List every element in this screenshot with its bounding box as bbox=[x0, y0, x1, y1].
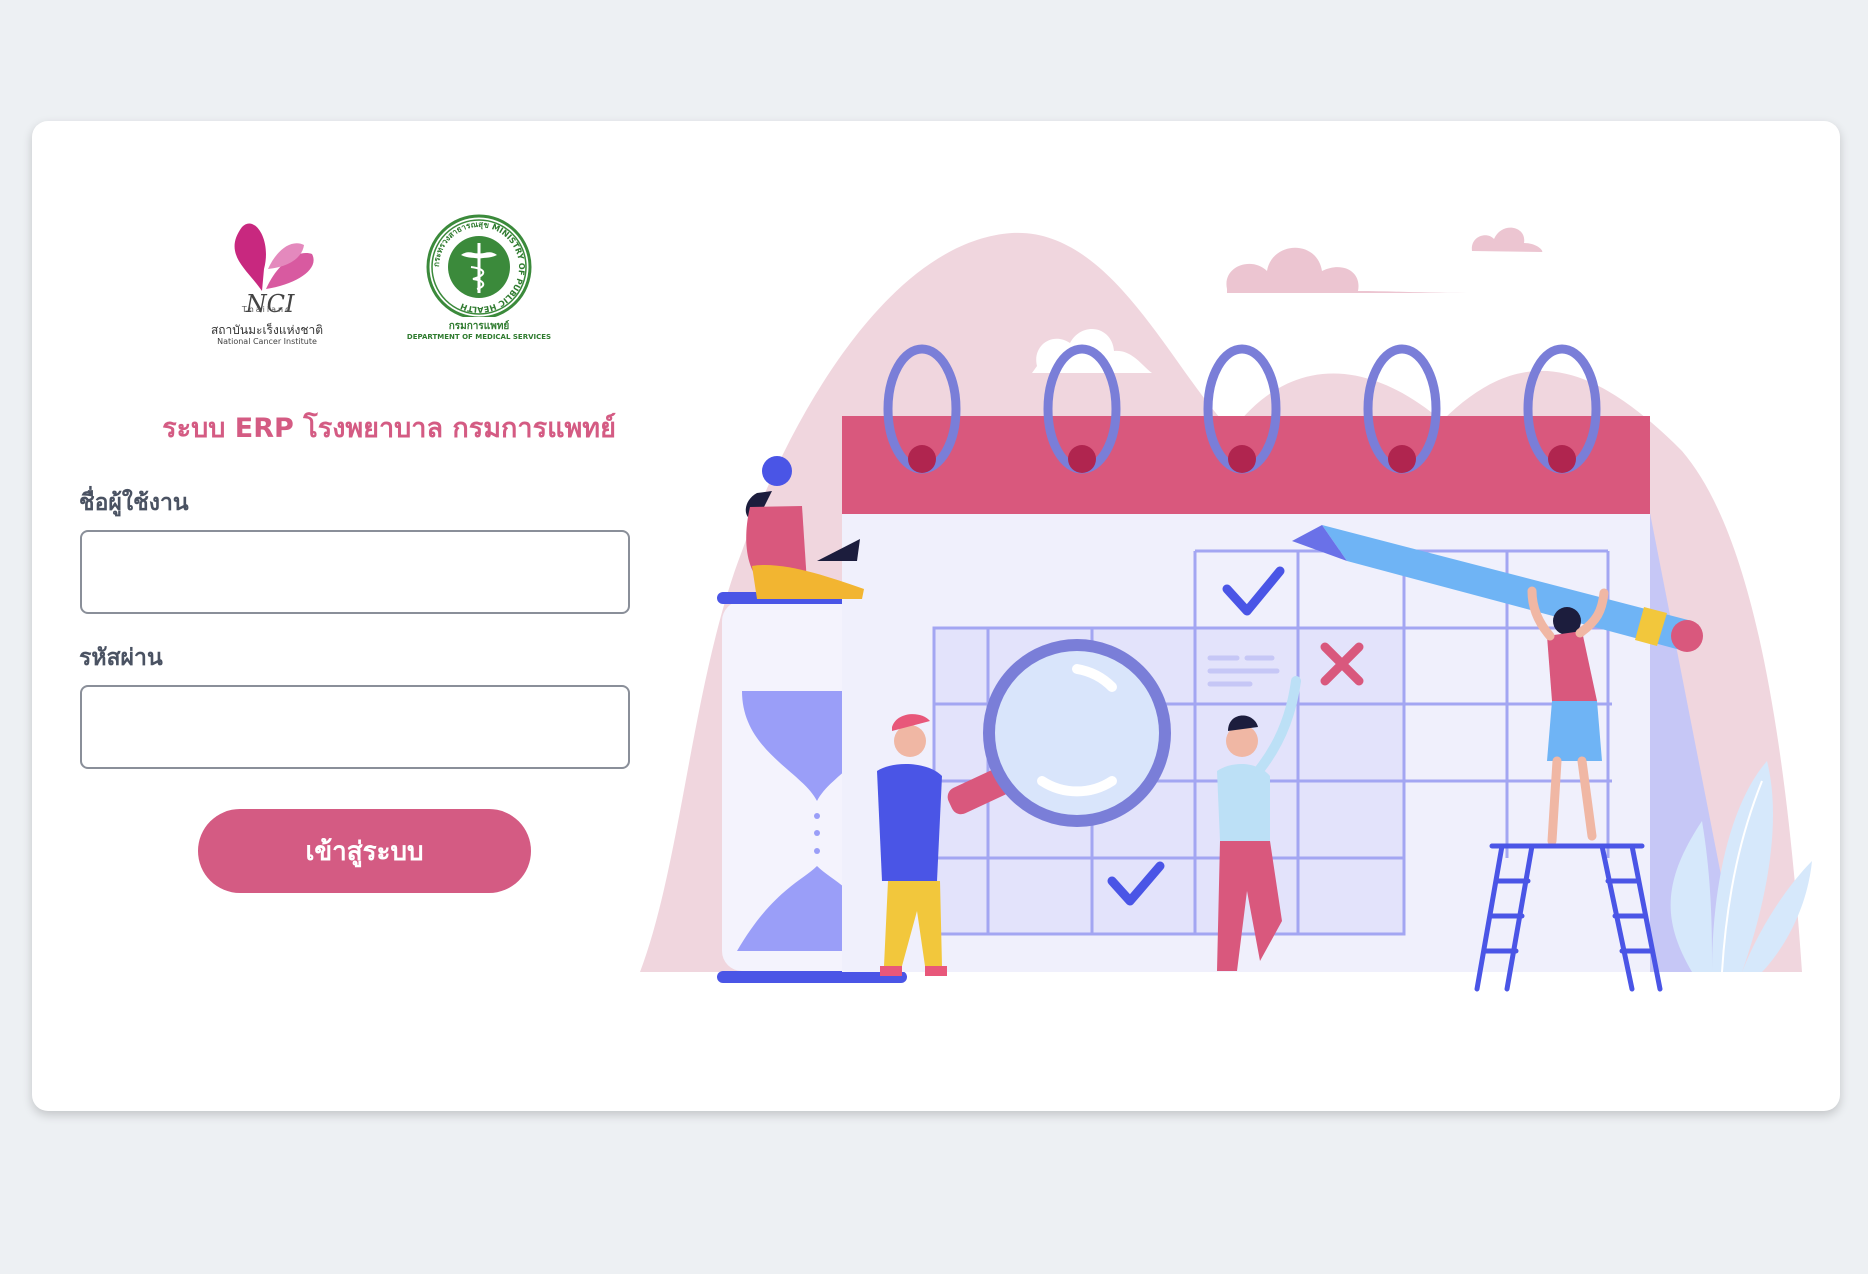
password-input[interactable] bbox=[80, 685, 630, 769]
dms-caption-th: กรมการแพทย์ bbox=[448, 321, 510, 332]
ministry-seal-icon: กระทรวงสาธารณสุข MINISTRY OF PUBLIC HEAL… bbox=[426, 214, 532, 320]
logo-area: NCI Thailand สถาบันมะเร็งแห่งชาติ Nation… bbox=[192, 209, 612, 349]
nci-sub-text: Thailand bbox=[241, 305, 293, 314]
nci-butterfly-icon: NCI bbox=[234, 223, 314, 318]
username-label: ชื่อผู้ใช้งาน bbox=[79, 490, 189, 516]
dms-caption-en: DEPARTMENT OF MEDICAL SERVICES bbox=[406, 333, 552, 341]
calendar bbox=[842, 344, 1740, 972]
login-card: NCI Thailand สถาบันมะเร็งแห่งชาติ Nation… bbox=[32, 121, 1840, 1111]
dms-logo: กระทรวงสาธารณสุข MINISTRY OF PUBLIC HEAL… bbox=[399, 209, 559, 349]
password-label: รหัสผ่าน bbox=[79, 645, 163, 671]
username-input[interactable] bbox=[80, 530, 630, 614]
login-button[interactable]: เข้าสู่ระบบ bbox=[198, 809, 531, 893]
nci-caption-en: National Cancer Institute bbox=[217, 337, 317, 346]
calendar-planning-illustration bbox=[640, 227, 1812, 992]
nci-logo: NCI Thailand สถาบันมะเร็งแห่งชาติ Nation… bbox=[192, 209, 342, 349]
